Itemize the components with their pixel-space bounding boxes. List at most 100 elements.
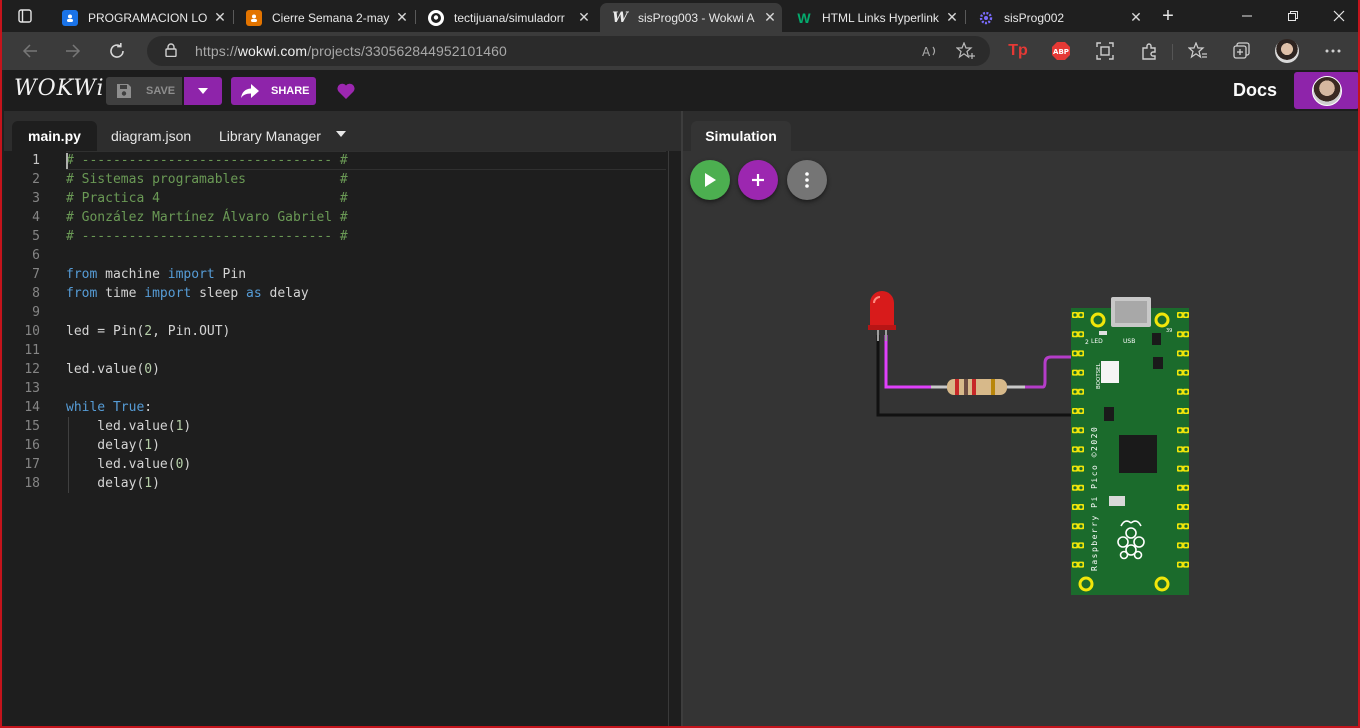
tab-main-py[interactable]: main.py: [12, 121, 97, 151]
line-number: 7: [32, 267, 40, 282]
tab-simulation[interactable]: Simulation: [691, 121, 791, 151]
code-text: # Practica 4 #: [66, 191, 348, 206]
close-icon[interactable]: ✕: [208, 9, 232, 26]
gpio-pin-hole: [1178, 486, 1182, 490]
code-line: 9: [4, 303, 664, 322]
read-aloud-icon[interactable]: A: [915, 36, 945, 66]
wokwi-logo[interactable]: WOKWi: [14, 76, 105, 101]
back-icon[interactable]: [15, 36, 45, 66]
gpio-pin-hole: [1079, 447, 1083, 451]
gpio-pin-hole: [1178, 543, 1182, 547]
close-icon[interactable]: ✕: [390, 9, 414, 26]
adblock-plus-icon[interactable]: ABP: [1046, 36, 1076, 66]
minimize-icon[interactable]: [1224, 0, 1270, 32]
browser-tab-active[interactable]: W sisProg003 - Wokwi A ✕: [600, 3, 782, 32]
github-icon: [428, 9, 444, 26]
browser-tab[interactable]: Cierre Semana 2-may ✕: [234, 3, 414, 32]
favorites-icon[interactable]: [1183, 36, 1213, 66]
gpio-pin-hole: [1073, 390, 1077, 394]
chevron-down-icon[interactable]: [336, 131, 346, 137]
gpio-pin-hole: [1079, 486, 1083, 490]
browser-tab[interactable]: W HTML Links Hyperlink ✕: [784, 3, 964, 32]
gpio-pin-hole: [1178, 428, 1182, 432]
gpio-pin-hole: [1079, 371, 1083, 375]
tab-actions-icon[interactable]: [2, 0, 48, 32]
code-line: 15 led.value(1): [4, 417, 664, 436]
gpio-pin-hole: [1178, 447, 1182, 451]
docs-link[interactable]: Docs: [1233, 80, 1277, 101]
line-number: 6: [32, 248, 40, 263]
code-line: 1 # -------------------------------- #: [4, 151, 664, 170]
save-label: SAVE: [146, 85, 176, 97]
code-line: 17 led.value(0): [4, 455, 664, 474]
save-button[interactable]: SAVE: [106, 77, 182, 105]
code-text: from machine import Pin: [66, 267, 247, 282]
gpio-pin-hole: [1079, 467, 1083, 471]
share-button[interactable]: SHARE: [231, 77, 316, 105]
editor-scrollbar[interactable]: [668, 151, 669, 726]
screen-capture-icon[interactable]: [1090, 36, 1120, 66]
gpio-pin-hole: [1073, 351, 1077, 355]
tp-extension-icon[interactable]: Tp: [1003, 36, 1033, 66]
gpio-pin-hole: [1178, 332, 1182, 336]
save-icon: [117, 84, 131, 98]
code-text: while True:: [66, 400, 153, 415]
browser-tab[interactable]: sisProg002 ✕: [966, 3, 1148, 32]
restore-icon[interactable]: [1270, 0, 1316, 32]
code-line: 13: [4, 379, 664, 398]
led-anode-wire[interactable]: [884, 335, 935, 389]
heart-icon[interactable]: [336, 82, 356, 100]
red-led[interactable]: [868, 291, 896, 341]
gpio-pin-hole: [1073, 313, 1077, 317]
forward-icon[interactable]: [58, 36, 88, 66]
window-close-icon[interactable]: [1316, 0, 1358, 32]
avatar: [1311, 75, 1342, 106]
gpio-pin-hole: [1079, 351, 1083, 355]
led-label: LED: [1091, 338, 1103, 345]
new-tab-button[interactable]: +: [1145, 0, 1191, 32]
gpio-pin-hole: [1073, 505, 1077, 509]
lock-icon: [165, 43, 177, 57]
line-number: 5: [32, 229, 40, 244]
extensions-icon[interactable]: [1134, 36, 1164, 66]
gpio-pin-hole: [1178, 524, 1182, 528]
gpio-pin-hole: [1079, 390, 1083, 394]
close-icon[interactable]: ✕: [758, 9, 782, 26]
code-line: 10 led = Pin(2, Pin.OUT): [4, 322, 664, 341]
code-line: 12 led.value(0): [4, 360, 664, 379]
user-menu-button[interactable]: [1294, 72, 1358, 109]
code-line: 4 # González Martínez Álvaro Gabriel #: [4, 208, 664, 227]
raspberry-pi-pico-board[interactable]: 2 39 LED USB BOOTSEL Raspberry Pi Pico ©…: [1071, 297, 1189, 595]
browser-tab[interactable]: PROGRAMACION LOG ✕: [50, 3, 232, 32]
add-favorite-icon[interactable]: [951, 36, 981, 66]
line-number: 3: [32, 191, 40, 206]
pin-1-label: 2: [1085, 339, 1089, 346]
tab-title: Cierre Semana 2-may: [272, 10, 390, 25]
gpio-pin-hole: [1079, 313, 1083, 317]
browser-tab[interactable]: tectijuana/simuladorr ✕: [416, 3, 596, 32]
refresh-icon[interactable]: [102, 36, 132, 66]
pin-39-label: 39: [1166, 328, 1172, 334]
line-number: 12: [24, 362, 40, 377]
close-icon[interactable]: ✕: [572, 9, 596, 26]
line-number: 16: [24, 438, 40, 453]
settings-more-icon[interactable]: [1318, 36, 1348, 66]
tab-diagram-json[interactable]: diagram.json: [95, 121, 207, 151]
code-editor[interactable]: 1 # -------------------------------- # 2 #…: [4, 151, 681, 726]
close-icon[interactable]: ✕: [940, 9, 964, 26]
profile-avatar[interactable]: [1272, 36, 1302, 66]
resistor[interactable]: [931, 379, 1025, 395]
browser-navbar: https://wokwi.com/projects/3305628449521…: [2, 32, 1358, 70]
code-line: 8 from time import sleep as delay: [4, 284, 664, 303]
line-number: 18: [24, 476, 40, 491]
gpio-pin-hole: [1184, 486, 1188, 490]
board-name-label: Raspberry Pi Pico ©2020: [1090, 426, 1099, 571]
save-options-button[interactable]: [184, 77, 222, 105]
simulation-canvas[interactable]: 2 39 LED USB BOOTSEL Raspberry Pi Pico ©…: [683, 151, 1358, 726]
gpio-pin-hole: [1178, 409, 1182, 413]
resistor-to-pico-wire[interactable]: [1021, 355, 1073, 389]
tab-library-manager[interactable]: Library Manager: [203, 121, 337, 151]
collections-icon[interactable]: [1227, 36, 1257, 66]
address-bar[interactable]: https://wokwi.com/projects/3305628449521…: [147, 36, 990, 66]
code-text: led.value(0): [66, 362, 160, 377]
